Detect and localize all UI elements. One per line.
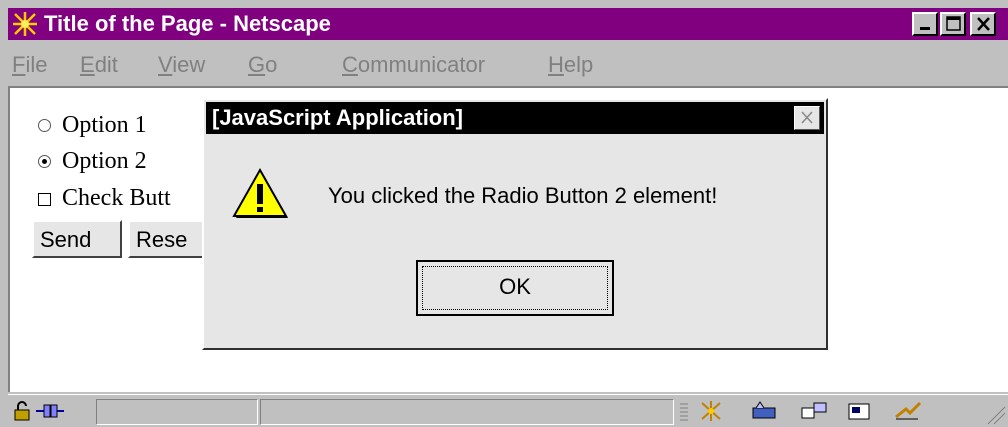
- status-field: [96, 399, 258, 425]
- security-lock-icon[interactable]: [12, 400, 34, 422]
- connection-icon[interactable]: [34, 400, 66, 422]
- alert-dialog: [JavaScript Application] You clicked the…: [202, 98, 828, 350]
- composer-icon[interactable]: [846, 400, 872, 422]
- navigator-icon[interactable]: [698, 400, 724, 422]
- menu-help[interactable]: Help: [548, 52, 593, 78]
- checkbox-label: Check Butt: [62, 185, 171, 211]
- mailbox-icon[interactable]: [750, 400, 778, 422]
- maximize-icon: [946, 16, 961, 31]
- dialog-title-bar[interactable]: [JavaScript Application]: [206, 102, 824, 134]
- reset-button[interactable]: Rese: [128, 220, 204, 258]
- menu-view[interactable]: View: [158, 52, 205, 78]
- option2-label: Option 2: [62, 148, 147, 174]
- dialog-message: You clicked the Radio Button 2 element!: [328, 183, 718, 208]
- status-message-field: [260, 399, 674, 425]
- minimize-button[interactable]: [912, 12, 938, 36]
- dialog-title: [JavaScript Application]: [212, 105, 464, 130]
- close-icon: [801, 111, 813, 124]
- menu-communicator[interactable]: Communicator: [342, 52, 485, 78]
- resize-grip-icon[interactable]: [984, 403, 1006, 425]
- option2-radio[interactable]: [38, 155, 51, 168]
- close-icon: [977, 17, 990, 31]
- check-button-checkbox[interactable]: [38, 193, 51, 206]
- option1-radio[interactable]: [38, 119, 51, 132]
- menu-file[interactable]: File: [12, 52, 47, 78]
- bookmark-icon[interactable]: [892, 400, 922, 422]
- menu-bar: File Edit View Go Communicator Help: [8, 42, 1008, 84]
- send-button[interactable]: Send: [32, 220, 122, 258]
- title-bar[interactable]: Title of the Page - Netscape: [8, 8, 1008, 40]
- menu-edit[interactable]: Edit: [80, 52, 118, 78]
- maximize-button[interactable]: [940, 12, 966, 36]
- warning-icon: [232, 167, 288, 218]
- ok-button-label: OK: [422, 266, 608, 310]
- ok-button[interactable]: OK: [416, 260, 614, 316]
- option1-label: Option 1: [62, 112, 147, 138]
- window-title: Title of the Page - Netscape: [44, 11, 331, 36]
- minimize-icon: [920, 27, 930, 30]
- grip-icon: [680, 403, 688, 421]
- menu-go[interactable]: Go: [248, 52, 277, 78]
- discussion-icon[interactable]: [800, 400, 828, 422]
- close-button[interactable]: [970, 12, 996, 36]
- dialog-close-button[interactable]: [794, 106, 820, 130]
- netscape-icon: [12, 11, 38, 37]
- status-bar: [8, 394, 1008, 427]
